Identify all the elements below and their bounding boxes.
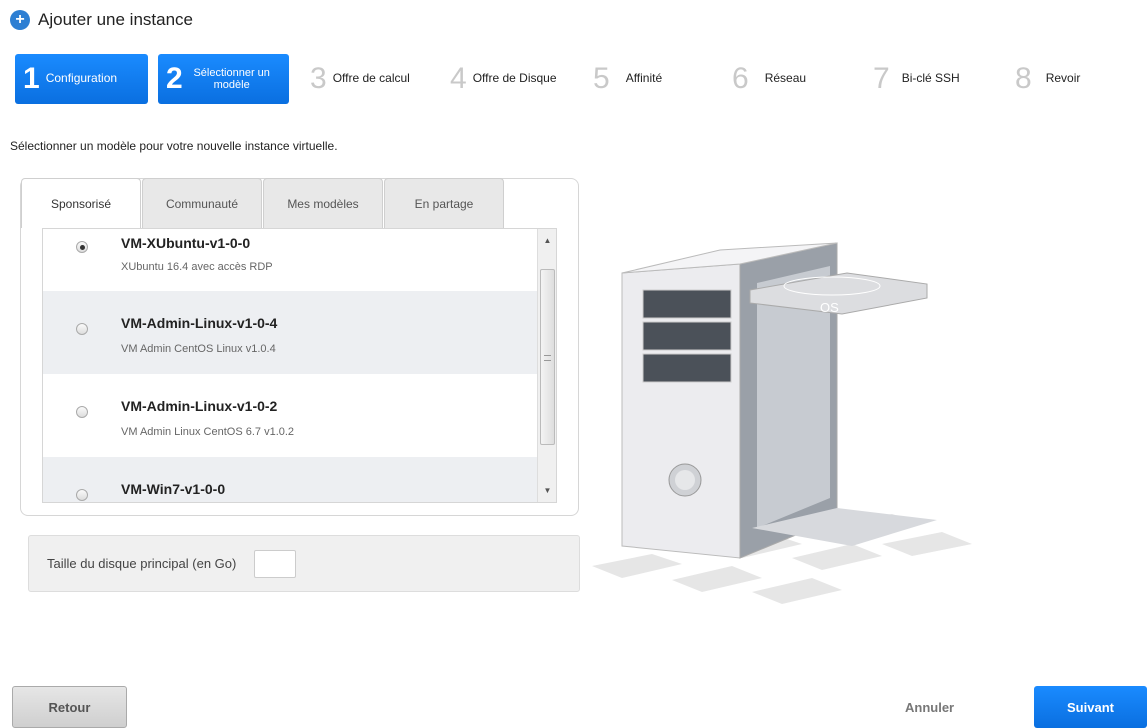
disk-size-box: Taille du disque principal (en Go) (28, 535, 580, 592)
step-select-template[interactable]: 2 Sélectionner un modèle (158, 54, 289, 104)
plus-circle-icon: + (10, 10, 30, 30)
step-number: 6 (732, 62, 749, 95)
template-list: VM-XUbuntu-v1-0-0 XUbuntu 16.4 avec accè… (42, 228, 557, 503)
step-number: 1 (23, 62, 40, 95)
os-label: OS (820, 300, 839, 315)
step-number: 3 (310, 62, 327, 95)
template-name: VM-XUbuntu-v1-0-0 (121, 235, 251, 251)
step-compute-offer[interactable]: 3 Offre de calcul (310, 54, 410, 104)
tab-my-templates[interactable]: Mes modèles (263, 178, 383, 228)
step-label: Sélectionner un modèle (193, 66, 270, 91)
step-number: 5 (593, 62, 610, 95)
page-header: + Ajouter une instance (10, 10, 193, 30)
tab-sponsored[interactable]: Sponsorisé (21, 178, 141, 228)
template-item[interactable]: VM-XUbuntu-v1-0-0 XUbuntu 16.4 avec accè… (43, 229, 556, 291)
step-number: 7 (873, 62, 890, 95)
step-label: Offre de Disque (472, 71, 557, 86)
template-item[interactable]: VM-Admin-Linux-v1-0-4 VM Admin CentOS Li… (43, 291, 556, 374)
grip-icon (544, 355, 551, 361)
step-number: 4 (450, 62, 467, 95)
page-title: Ajouter une instance (38, 10, 193, 29)
step-label: Revoir (1045, 71, 1081, 86)
step-label: Affinité (625, 71, 663, 86)
step-label: Offre de calcul (332, 71, 410, 86)
template-tabs: Sponsorisé Communauté Mes modèles En par… (21, 178, 505, 228)
template-radio[interactable] (76, 241, 88, 253)
step-label: Bi-clé SSH (901, 71, 960, 86)
step-configuration[interactable]: 1 Configuration (15, 54, 148, 104)
disk-size-label: Taille du disque principal (en Go) (47, 556, 237, 571)
template-name: VM-Admin-Linux-v1-0-2 (121, 398, 278, 414)
step-network[interactable]: 6 Réseau (732, 54, 806, 104)
template-name: VM-Admin-Linux-v1-0-4 (121, 315, 278, 331)
intro-text: Sélectionner un modèle pour votre nouvel… (10, 139, 338, 153)
template-item[interactable]: VM-Admin-Linux-v1-0-2 VM Admin Linux Cen… (43, 374, 556, 457)
scroll-down-icon[interactable]: ▼ (538, 482, 557, 499)
cancel-button[interactable]: Annuler (905, 700, 954, 715)
scroll-up-icon[interactable]: ▲ (538, 232, 557, 249)
template-description: VM Admin CentOS Linux v1.0.4 (121, 343, 276, 355)
disk-size-input[interactable] (254, 549, 297, 578)
template-radio[interactable] (76, 489, 88, 501)
step-label: Configuration (45, 71, 118, 86)
scrollbar-thumb[interactable] (540, 269, 555, 445)
step-number: 8 (1015, 62, 1032, 95)
step-review[interactable]: 8 Revoir (1015, 54, 1080, 104)
server-illustration: OS (592, 242, 972, 604)
step-label: Réseau (764, 71, 807, 86)
step-number: 2 (166, 62, 183, 95)
template-item[interactable]: VM-Win7-v1-0-0 (43, 457, 556, 502)
tab-shared[interactable]: En partage (384, 178, 504, 228)
step-affinity[interactable]: 5 Affinité (593, 54, 662, 104)
template-radio[interactable] (76, 406, 88, 418)
step-ssh-keypair[interactable]: 7 Bi-clé SSH (873, 54, 960, 104)
wizard-steps: 1 Configuration 2 Sélectionner un modèle… (15, 54, 1135, 104)
template-description: VM Admin Linux CentOS 6.7 v1.0.2 (121, 426, 295, 438)
back-button[interactable]: Retour (12, 686, 127, 728)
next-button[interactable]: Suivant (1034, 686, 1147, 728)
tab-community[interactable]: Communauté (142, 178, 262, 228)
template-radio[interactable] (76, 323, 88, 335)
list-scrollbar[interactable]: ▲ ▼ (537, 229, 556, 502)
template-description: XUbuntu 16.4 avec accès RDP (121, 261, 273, 273)
template-name: VM-Win7-v1-0-0 (121, 481, 226, 497)
step-disk-offer[interactable]: 4 Offre de Disque (450, 54, 557, 104)
